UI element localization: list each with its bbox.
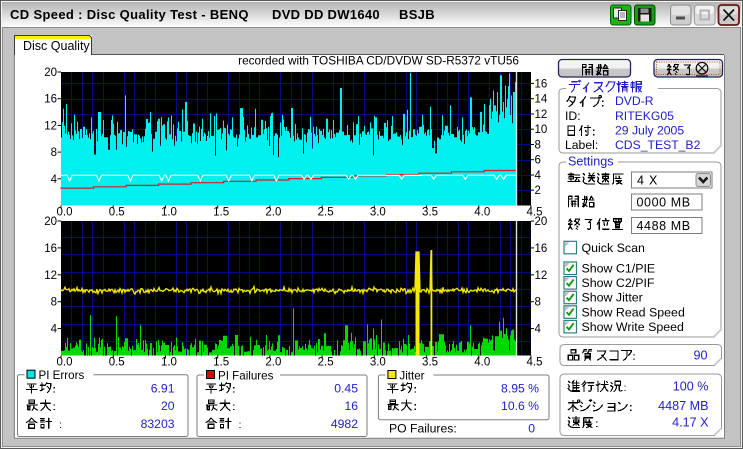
svg-text:Settings: Settings [568,155,614,169]
svg-text:PO Failures:: PO Failures: [389,421,457,435]
svg-text:DVD-R: DVD-R [615,94,654,108]
svg-text:20: 20 [535,216,548,228]
svg-text:16: 16 [535,243,548,255]
svg-text:4487 MB: 4487 MB [658,399,708,413]
svg-text:4 X: 4 X [637,173,658,187]
svg-text:100 %: 100 % [673,380,709,394]
svg-text:Disc Quality: Disc Quality [23,39,90,53]
svg-text:0.0: 0.0 [57,207,73,219]
svg-text:BSJB: BSJB [399,7,435,22]
svg-text:8: 8 [535,297,541,309]
svg-text:12: 12 [44,270,57,282]
svg-text:4: 4 [535,170,542,182]
svg-text:0: 0 [528,421,535,435]
svg-text:2: 2 [535,185,541,197]
svg-text:4: 4 [51,324,58,336]
svg-text:8.95 %: 8.95 % [501,382,539,396]
svg-text:4: 4 [51,174,58,186]
svg-text:4982: 4982 [331,417,358,431]
svg-text:4.0: 4.0 [474,207,490,219]
svg-text:2.5: 2.5 [318,357,334,369]
svg-text:2.0: 2.0 [265,357,281,369]
svg-text:0.5: 0.5 [109,207,125,219]
svg-text:Label:: Label: [565,138,598,152]
svg-text:10: 10 [535,124,548,136]
svg-text:20: 20 [44,216,57,228]
svg-text:6.91: 6.91 [151,382,175,396]
svg-text:4.17 X: 4.17 X [672,416,709,430]
svg-text:Show Jitter: Show Jitter [582,291,643,305]
svg-text:20: 20 [161,399,175,413]
svg-text:DVD DD DW1640: DVD DD DW1640 [272,7,380,22]
svg-text:PI Errors: PI Errors [39,369,85,382]
svg-text:0.5: 0.5 [109,357,125,369]
svg-text:8: 8 [51,147,57,159]
svg-text:10.6 %: 10.6 % [501,399,539,413]
svg-text:4: 4 [535,324,542,336]
svg-text:recorded with TOSHIBA CD/DVDW: recorded with TOSHIBA CD/DVDW SD-R5372 v… [238,54,519,68]
svg-text:CD Speed : Disc Quality Test -: CD Speed : Disc Quality Test - BENQ [10,7,249,22]
svg-text:3.5: 3.5 [422,357,438,369]
svg-text:16: 16 [44,243,57,255]
svg-text:4.5: 4.5 [527,357,543,369]
svg-text:PI Failures: PI Failures [218,369,274,382]
svg-text:1.0: 1.0 [161,207,177,219]
svg-text:29 July 2005: 29 July 2005 [615,123,684,137]
svg-text:Show C1/PIE: Show C1/PIE [582,262,656,276]
svg-text:Quick Scan: Quick Scan [582,241,645,255]
svg-text:16: 16 [44,94,57,106]
svg-text:14: 14 [535,94,548,106]
svg-text:20: 20 [44,67,57,79]
svg-text:Jitter: Jitter [399,369,424,382]
svg-text:Show C2/PIF: Show C2/PIF [582,276,655,290]
svg-text:RITEKG05: RITEKG05 [615,109,674,123]
svg-text:12: 12 [535,270,548,282]
svg-text:0.45: 0.45 [334,382,358,396]
svg-text:Show Write Speed: Show Write Speed [582,320,685,334]
svg-text:3.5: 3.5 [422,207,438,219]
svg-text:8: 8 [535,139,541,151]
svg-text:CDS_TEST_B2: CDS_TEST_B2 [615,138,701,152]
svg-text:90: 90 [693,348,707,362]
svg-text:16: 16 [535,78,548,90]
svg-text:1.0: 1.0 [161,357,177,369]
svg-text:4.0: 4.0 [474,357,490,369]
svg-text:ID:: ID: [565,109,581,123]
svg-text:Show Read Speed: Show Read Speed [582,305,685,319]
svg-text:3.0: 3.0 [370,207,386,219]
svg-text:1.5: 1.5 [213,207,229,219]
svg-text:12: 12 [535,109,548,121]
svg-text:3.0: 3.0 [370,357,386,369]
svg-text:0000 MB: 0000 MB [637,195,691,209]
svg-text:12: 12 [44,120,57,132]
svg-text:6: 6 [535,155,541,167]
svg-text:0.0: 0.0 [57,357,73,369]
svg-text:16: 16 [344,399,358,413]
svg-text:8: 8 [51,297,57,309]
svg-text:2.5: 2.5 [318,207,334,219]
svg-text:83203: 83203 [141,417,175,431]
svg-text:2.0: 2.0 [265,207,281,219]
svg-text:4488 MB: 4488 MB [637,219,691,233]
svg-text:1.5: 1.5 [213,357,229,369]
